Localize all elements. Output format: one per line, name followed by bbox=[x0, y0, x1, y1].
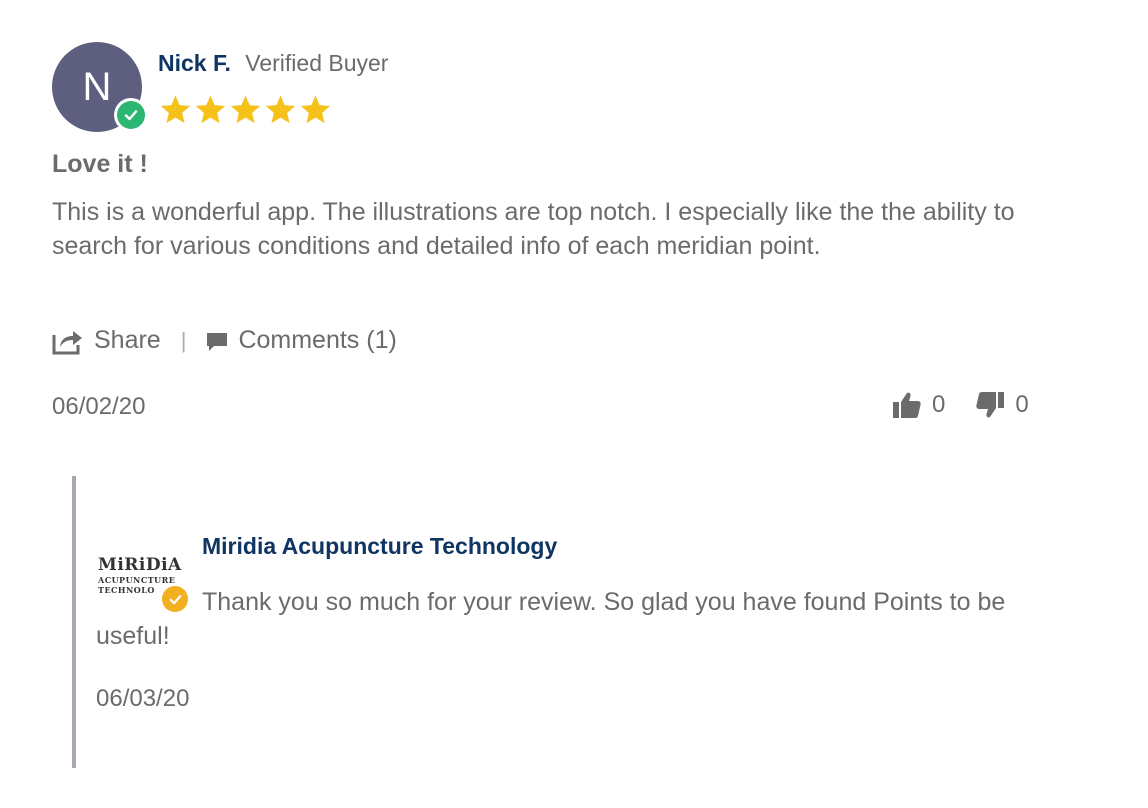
star-rating bbox=[158, 93, 333, 127]
vote-buttons: 0 0 bbox=[892, 390, 1029, 420]
star-icon bbox=[195, 95, 226, 124]
thumbs-up-button[interactable]: 0 bbox=[892, 390, 945, 420]
review-date: 06/02/20 bbox=[52, 393, 146, 420]
thumbs-up-count: 0 bbox=[932, 391, 946, 418]
star-icon bbox=[160, 95, 191, 124]
share-icon[interactable] bbox=[52, 327, 84, 355]
avatar-initial: N bbox=[82, 64, 112, 109]
comment-icon[interactable] bbox=[206, 330, 228, 352]
review-author: Nick F. Verified Buyer bbox=[158, 50, 388, 77]
reply-author-name: Miridia Acupuncture Technology bbox=[202, 533, 558, 559]
logo-line-1: MiRiDiA bbox=[98, 555, 182, 575]
star-icon bbox=[300, 95, 331, 124]
reply-divider-bar bbox=[72, 476, 76, 768]
verified-badge bbox=[114, 98, 148, 132]
thumbs-down-icon bbox=[976, 392, 1005, 418]
comments-button[interactable]: Comments (1) bbox=[238, 326, 396, 355]
review-actions: Share | Comments (1) bbox=[52, 326, 397, 355]
star-icon bbox=[265, 95, 296, 124]
star-icon bbox=[230, 95, 261, 124]
review-body: This is a wonderful app. The illustratio… bbox=[52, 198, 1015, 260]
verified-buyer-label: Verified Buyer bbox=[245, 50, 389, 76]
thumbs-down-button[interactable]: 0 bbox=[975, 390, 1029, 420]
review-title: Love it ! bbox=[52, 150, 148, 178]
author-name[interactable]: Nick F. bbox=[158, 50, 231, 76]
thumbs-up-icon bbox=[893, 392, 921, 418]
verified-check-icon bbox=[124, 110, 138, 121]
actions-divider: | bbox=[180, 327, 187, 353]
thumbs-down-count: 0 bbox=[1015, 391, 1029, 418]
share-button[interactable]: Share bbox=[94, 326, 161, 355]
reply-date: 06/03/20 bbox=[96, 685, 190, 712]
reply-text: Thank you so much for your review. So gl… bbox=[96, 588, 1006, 650]
